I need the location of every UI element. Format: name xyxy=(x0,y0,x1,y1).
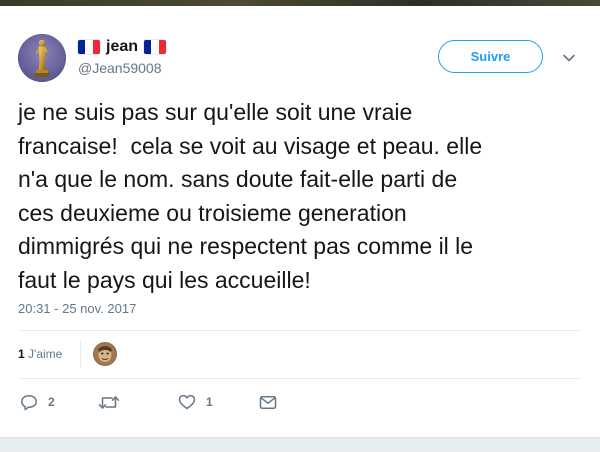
retweet-icon xyxy=(98,395,120,409)
like-button[interactable]: 1 xyxy=(178,392,213,412)
france-flag-icon xyxy=(144,40,166,54)
follow-button[interactable]: Suivre xyxy=(438,40,543,73)
reply-button[interactable]: 2 xyxy=(20,392,55,412)
divider xyxy=(80,341,81,368)
user-avatar[interactable] xyxy=(18,34,66,82)
tweet-text: je ne suis pas sur qu'elle soit une vrai… xyxy=(18,99,483,293)
likes-stat[interactable]: 1 J'aime xyxy=(18,347,62,361)
background-strip xyxy=(0,0,600,6)
liker-avatar[interactable] xyxy=(93,342,117,366)
likes-label: J'aime xyxy=(28,347,63,361)
user-display-name[interactable]: jean xyxy=(106,38,138,56)
likes-count: 1 xyxy=(18,347,25,361)
divider xyxy=(18,330,582,331)
liker-avatar-image xyxy=(93,342,117,366)
tweet-timestamp[interactable]: 20:31 - 25 nov. 2017 xyxy=(18,301,136,316)
divider xyxy=(18,378,582,379)
user-handle[interactable]: @Jean59008 xyxy=(78,60,162,76)
trophy-avatar-image xyxy=(18,34,66,82)
envelope-icon xyxy=(259,395,277,409)
user-name-row[interactable]: jean xyxy=(78,37,166,57)
page-footer-band xyxy=(0,437,600,452)
heart-icon xyxy=(178,394,196,410)
chevron-down-icon[interactable] xyxy=(561,51,577,65)
reply-count: 2 xyxy=(48,395,55,409)
direct-message-button[interactable] xyxy=(259,392,277,412)
reply-icon xyxy=(21,394,37,410)
retweet-button[interactable] xyxy=(98,392,130,412)
like-count: 1 xyxy=(206,395,213,409)
france-flag-icon xyxy=(78,40,100,54)
